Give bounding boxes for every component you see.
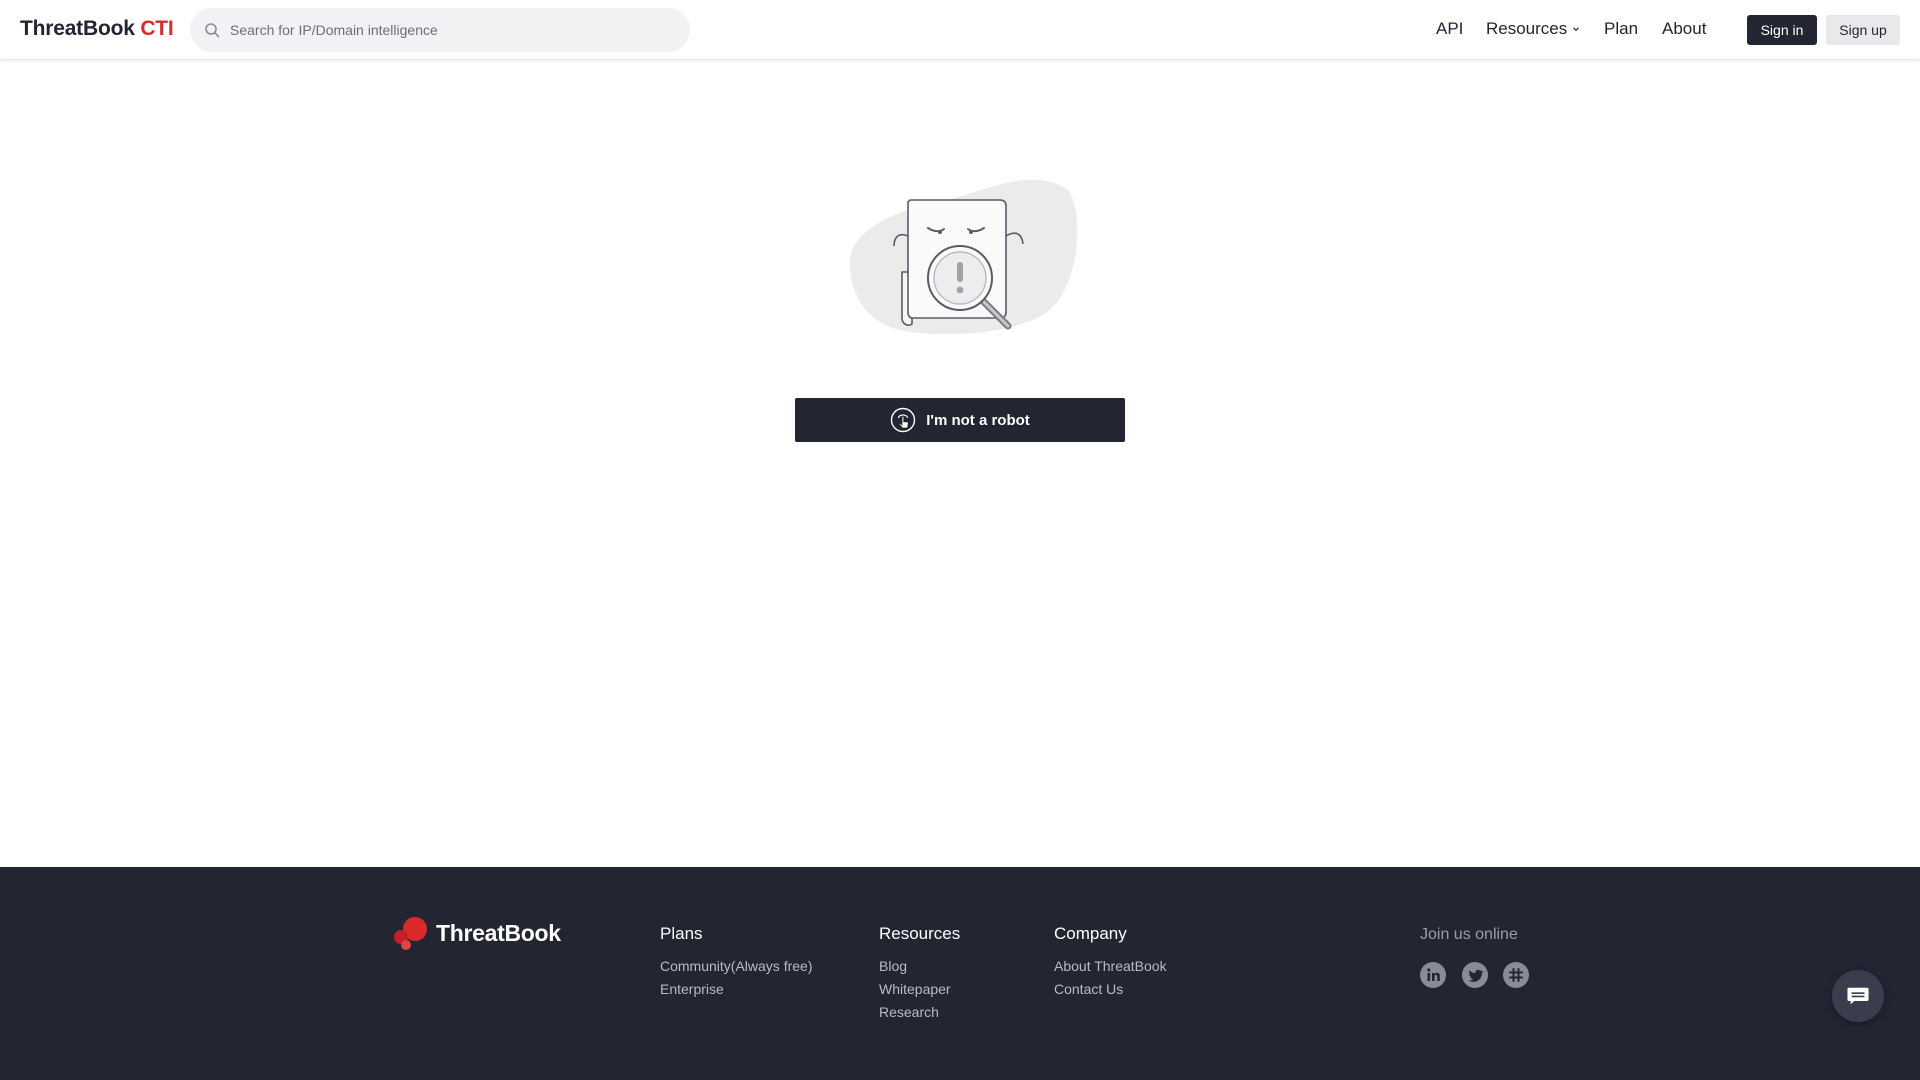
sign-up-button[interactable]: Sign up — [1826, 15, 1900, 45]
footer-resources-column: Resources Blog Whitepaper Research — [879, 924, 960, 1027]
nav-api-label: API — [1436, 19, 1464, 38]
footer-plans-title: Plans — [660, 924, 703, 943]
not-a-robot-label: I'm not a robot — [926, 411, 1030, 429]
footer: ThreatBook Plans Community(Always free) … — [0, 867, 1920, 1080]
brand-logo[interactable]: ThreatBook CTI — [20, 17, 174, 41]
nav-plan[interactable]: Plan — [1604, 19, 1638, 39]
nav-plan-label: Plan — [1604, 19, 1639, 38]
footer-link-blog[interactable]: Blog — [879, 958, 960, 974]
nav-about-label: About — [1662, 19, 1707, 38]
footer-link-about[interactable]: About ThreatBook — [1054, 958, 1167, 974]
footer-logo[interactable]: ThreatBook — [390, 915, 561, 951]
search-input[interactable] — [230, 22, 670, 38]
footer-plans-column: Plans Community(Always free) Enterprise — [660, 924, 812, 1004]
footer-link-whitepaper[interactable]: Whitepaper — [879, 981, 960, 997]
nav-about[interactable]: About — [1662, 19, 1706, 39]
chat-bubble-icon — [1847, 987, 1869, 1005]
pointer-hand-icon — [891, 407, 916, 433]
sign-in-button[interactable]: Sign in — [1747, 15, 1817, 45]
nav-resources[interactable]: Resources — [1486, 19, 1580, 39]
threatbook-logo-icon — [394, 917, 427, 950]
footer-logo-text: ThreatBook — [436, 919, 561, 946]
footer-link-contact[interactable]: Contact Us — [1054, 981, 1167, 997]
footer-company-column: Company About ThreatBook Contact Us — [1054, 924, 1167, 1004]
brand-cti: CTI — [140, 17, 174, 40]
footer-link-enterprise[interactable]: Enterprise — [660, 981, 812, 997]
document-warning-illustration — [849, 179, 1078, 335]
search-icon — [205, 23, 220, 38]
chevron-down-icon — [1573, 27, 1580, 32]
brand-name: ThreatBook — [20, 17, 135, 40]
footer-resources-title: Resources — [879, 924, 961, 943]
nav-api[interactable]: API — [1436, 19, 1463, 39]
linkedin-icon[interactable] — [1420, 962, 1446, 988]
twitter-icon[interactable] — [1462, 962, 1488, 988]
footer-join-label: Join us online — [1420, 926, 1518, 943]
chat-support-button[interactable] — [1832, 970, 1884, 1022]
not-a-robot-button[interactable]: I'm not a robot — [795, 398, 1125, 442]
footer-link-community[interactable]: Community(Always free) — [660, 958, 812, 974]
search-bar[interactable] — [190, 8, 690, 52]
footer-company-title: Company — [1054, 924, 1127, 943]
footer-link-research[interactable]: Research — [879, 1004, 960, 1020]
nav-resources-label: Resources — [1486, 19, 1568, 38]
top-header: ThreatBook CTI API Resources Plan About … — [0, 0, 1920, 60]
slack-icon[interactable] — [1503, 962, 1529, 988]
